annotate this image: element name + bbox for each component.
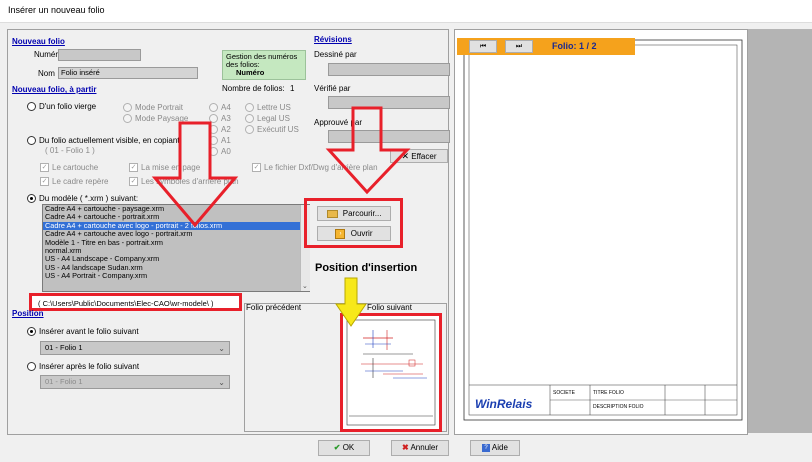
chevron-down-icon: ⌄ <box>218 344 225 353</box>
open-icon: › <box>335 228 346 239</box>
template-list-item[interactable]: Modèle 1 - Titre en bas - portrait.xrm <box>43 238 309 247</box>
folder-icon <box>326 209 338 218</box>
ouvrir-label: Ouvrir <box>350 229 373 238</box>
parcourir-button[interactable]: Parcourir... <box>317 206 391 221</box>
radio-folio-vierge[interactable] <box>27 102 36 111</box>
radio-executif-us[interactable] <box>245 125 254 134</box>
legal-us-label: Legal US <box>257 114 290 123</box>
folio-counter: Folio: 1 / 2 <box>552 41 597 51</box>
format-a4-label: A4 <box>221 103 231 112</box>
nombre-folios-label: Nombre de folios: <box>222 84 285 93</box>
folio-suivant-thumbnail[interactable] <box>340 313 442 432</box>
nom-label: Nom <box>38 69 55 78</box>
inserer-apres-select[interactable]: 01 - Folio 1 ⌄ <box>40 375 230 389</box>
parcourir-label: Parcourir... <box>342 209 382 218</box>
annuler-label: Annuler <box>410 443 439 452</box>
template-path: ( C:\Users\Public\Documents\Elec-CAO\wr-… <box>38 299 214 308</box>
inserer-avant-select[interactable]: 01 - Folio 1 ⌄ <box>40 341 230 355</box>
annuler-button[interactable]: ✖ Annuler <box>391 440 449 456</box>
mode-portrait-label: Mode Portrait <box>135 103 184 112</box>
chk-cartouche[interactable]: ✓ <box>40 163 49 172</box>
radio-lettre-us[interactable] <box>245 103 254 112</box>
section-position-title: Position <box>12 309 44 318</box>
chevron-down-icon: ⌄ <box>218 378 225 387</box>
radio-inserer-avant[interactable] <box>27 327 36 336</box>
radio-mode-portrait[interactable] <box>123 103 132 112</box>
chk-cartouche-label: Le cartouche <box>52 163 99 172</box>
chk-cadre-repere[interactable]: ✓ <box>40 177 49 186</box>
folio-suivant-label: Folio suivant <box>367 303 412 312</box>
nom-field[interactable]: Folio inséré <box>58 67 198 79</box>
schematic-thumbnail <box>346 319 436 426</box>
chk-cadre-repere-label: Le cadre repère <box>52 177 109 186</box>
ouvrir-button[interactable]: › Ouvrir <box>317 226 391 241</box>
section-a-partir-title: Nouveau folio, à partir <box>12 85 97 94</box>
radio-folio-visible[interactable] <box>27 136 36 145</box>
gestion-numeros-box[interactable]: Gestion des numéros des folios: Numéro <box>222 50 306 80</box>
dessine-par-field[interactable] <box>328 63 450 76</box>
societe-text: SOCIETE <box>553 390 575 396</box>
first-icon: ⏮ <box>479 43 487 50</box>
chk-symboles[interactable]: ✓ <box>129 177 138 186</box>
radio-legal-us[interactable] <box>245 114 254 123</box>
executif-us-label: Exécutif US <box>257 125 299 134</box>
gestion-value: Numéro <box>236 68 265 77</box>
title-bar: Insérer un nouveau folio <box>0 0 812 23</box>
cancel-icon: ✖ <box>401 443 409 452</box>
first-folio-button[interactable]: ⏮ <box>469 40 497 53</box>
modele-label: Du modèle ( *.xrm ) suivant: <box>39 194 139 203</box>
preview-toolbar: ⏮ ⏭ Folio: 1 / 2 <box>457 38 635 55</box>
aide-button[interactable]: ? Aide <box>470 440 520 456</box>
numero-field[interactable] <box>58 49 141 61</box>
section-revisions-title: Révisions <box>314 35 352 44</box>
radio-modele[interactable] <box>27 194 36 203</box>
ok-label: OK <box>342 443 355 452</box>
folio-vierge-label: D'un folio vierge <box>39 102 97 111</box>
position-insertion-label: Position d'insertion <box>315 262 418 274</box>
inserer-avant-label: Insérer avant le folio suivant <box>39 327 139 336</box>
section-nouveau-folio-title: Nouveau folio <box>12 37 65 46</box>
gestion-text: Gestion des numéros des folios: <box>226 52 298 69</box>
help-icon: ? <box>482 443 491 452</box>
yellow-arrow-down <box>335 277 367 327</box>
next-icon: ⏭ <box>515 43 523 50</box>
lettre-us-label: Lettre US <box>257 103 291 112</box>
titre-folio-text: TITRE FOLIO <box>593 390 624 396</box>
chk-mise-en-page[interactable]: ✓ <box>129 163 138 172</box>
radio-mode-paysage[interactable] <box>123 114 132 123</box>
template-list-item[interactable]: US - A4 Portrait - Company.xrm <box>43 271 309 280</box>
radio-inserer-apres[interactable] <box>27 362 36 371</box>
inserer-apres-value: 01 - Folio 1 <box>45 377 83 386</box>
aide-label: Aide <box>491 443 508 452</box>
ok-button[interactable]: ✔ OK <box>318 440 370 456</box>
folio-preview[interactable]: ⏮ ⏭ Folio: 1 / 2 WinRelais SOCIETE TITRE… <box>454 29 748 435</box>
next-folio-button[interactable]: ⏭ <box>505 40 533 53</box>
preview-margin <box>748 29 812 433</box>
red-arrow-down-left <box>151 121 239 228</box>
scroll-down-icon[interactable]: ⌄ <box>302 282 308 290</box>
description-folio-text: DESCRIPTION FOLIO <box>593 404 644 410</box>
verifie-par-label: Vérifié par <box>314 84 351 93</box>
preview-drawing <box>463 39 743 421</box>
winrelais-logo: WinRelais <box>475 397 533 411</box>
red-arrow-down-right <box>325 106 411 195</box>
inserer-avant-value: 01 - Folio 1 <box>45 343 83 352</box>
path-highlight: ( C:\Users\Public\Documents\Elec-CAO\wr-… <box>29 293 242 311</box>
nombre-folios-value: 1 <box>290 84 295 93</box>
folio-visible-value: ( 01 - Folio 1 ) <box>45 146 95 155</box>
radio-format-a4[interactable] <box>209 103 218 112</box>
checkmark-icon: ✔ <box>333 443 341 452</box>
chk-fichier-dxf[interactable]: ✓ <box>252 163 261 172</box>
folio-precedent-label: Folio précédent <box>246 303 302 312</box>
dessine-par-label: Dessiné par <box>314 50 357 59</box>
inserer-apres-label: Insérer après le folio suivant <box>39 362 140 371</box>
window-title: Insérer un nouveau folio <box>8 5 105 15</box>
effacer-label: Effacer <box>411 152 437 161</box>
